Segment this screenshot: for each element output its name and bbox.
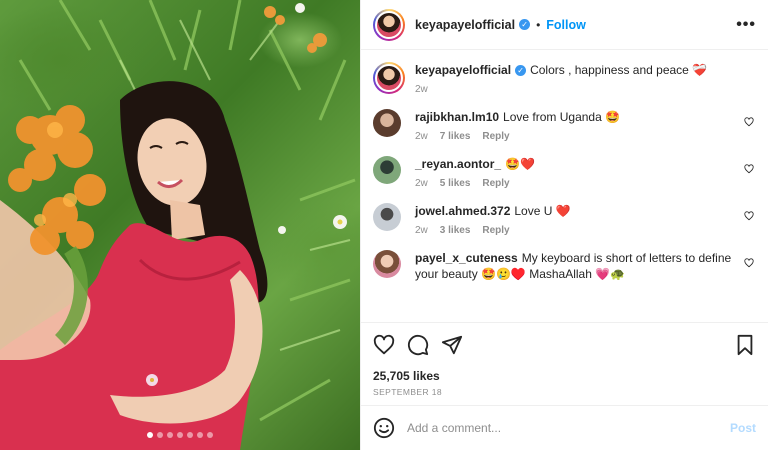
comment-time[interactable]: 2w [415,131,428,142]
carousel-dot[interactable] [147,432,153,438]
comment-time[interactable]: 2w [415,225,428,236]
post-header: keyapayelofficial ✓ • Follow ••• [361,0,768,50]
caption-text: keyapayelofficial ✓ Colors , happiness and… [415,62,734,78]
carousel-dot[interactable] [207,432,213,438]
emoji-icon[interactable] [373,417,395,439]
photo-illustration [0,0,356,450]
comment-likes[interactable]: 7 likes [440,131,471,142]
comment-likes[interactable]: 5 likes [440,178,471,189]
carousel-dot[interactable] [197,432,203,438]
comment-input[interactable] [407,421,730,435]
caption-username[interactable]: keyapayelofficial [415,63,511,77]
carousel-dot[interactable] [177,432,183,438]
author-avatar[interactable] [373,8,405,41]
comment-icon[interactable] [407,334,429,356]
commenter-avatar[interactable] [373,156,401,184]
comment-username[interactable]: jowel.ahmed.372 [415,204,510,218]
verified-badge-icon: ✓ [519,19,531,30]
post-detail-panel: keyapayelofficial ✓ • Follow ••• keyapay… [360,0,768,450]
comment-username[interactable]: rajibkhan.lm10 [415,110,499,124]
action-bar [373,333,756,357]
comment-text: Love U ❤️ [514,204,571,218]
comment-row: payel_x_cuteness My keyboard is short of … [373,250,756,282]
like-count[interactable]: 25,705 likes [373,369,756,383]
follow-button[interactable]: Follow [546,18,586,32]
caption-emoji: ❤️‍🩹 [692,63,708,77]
post-actions: 25,705 likes SEPTEMBER 18 [361,322,768,397]
post-photo[interactable] [0,0,360,450]
bookmark-icon[interactable] [734,334,756,356]
comment-time[interactable]: 2w [415,178,428,189]
comment-composer: Post [361,405,768,450]
verified-badge-icon: ✓ [515,65,527,77]
author-username[interactable]: keyapayelofficial [415,18,515,32]
comment-likes[interactable]: 3 likes [440,225,471,236]
post-date[interactable]: SEPTEMBER 18 [373,387,756,397]
caption-time[interactable]: 2w [415,84,428,95]
comment-row: rajibkhan.lm10 Love from Uganda 🤩 2w 7 li… [373,109,756,142]
heart-icon[interactable] [373,334,395,356]
comments-list[interactable]: keyapayelofficial ✓ Colors , happiness and… [361,50,768,322]
comment-username[interactable]: _reyan.aontor_ [415,157,501,171]
like-comment-heart-icon[interactable] [744,117,754,127]
post-comment-button[interactable]: Post [730,421,756,435]
caption-body: Colors , happiness and peace [530,63,689,77]
commenter-avatar[interactable] [373,109,401,137]
caption-author-avatar[interactable] [373,62,405,94]
commenter-avatar[interactable] [373,250,401,278]
comment-row: _reyan.aontor_ 🤩❤️ 2w 5 likes Reply [373,156,756,189]
carousel-indicator [147,432,213,438]
more-options-icon[interactable]: ••• [736,16,756,34]
carousel-dot[interactable] [187,432,193,438]
carousel-dot[interactable] [167,432,173,438]
comment-text: 🤩❤️ [505,157,535,171]
reply-button[interactable]: Reply [482,178,509,189]
reply-button[interactable]: Reply [482,131,509,142]
like-comment-heart-icon[interactable] [744,164,754,174]
like-comment-heart-icon[interactable] [744,258,754,268]
comment-username[interactable]: payel_x_cuteness [415,251,518,265]
carousel-dot[interactable] [157,432,163,438]
comment-text: Love from Uganda 🤩 [503,110,621,124]
comment-row: jowel.ahmed.372 Love U ❤️ 2w 3 likes Repl… [373,203,756,236]
reply-button[interactable]: Reply [482,225,509,236]
like-comment-heart-icon[interactable] [744,211,754,221]
share-icon[interactable] [441,334,463,356]
commenter-avatar[interactable] [373,203,401,231]
separator-dot: • [536,17,541,32]
caption-row: keyapayelofficial ✓ Colors , happiness and… [373,62,756,95]
